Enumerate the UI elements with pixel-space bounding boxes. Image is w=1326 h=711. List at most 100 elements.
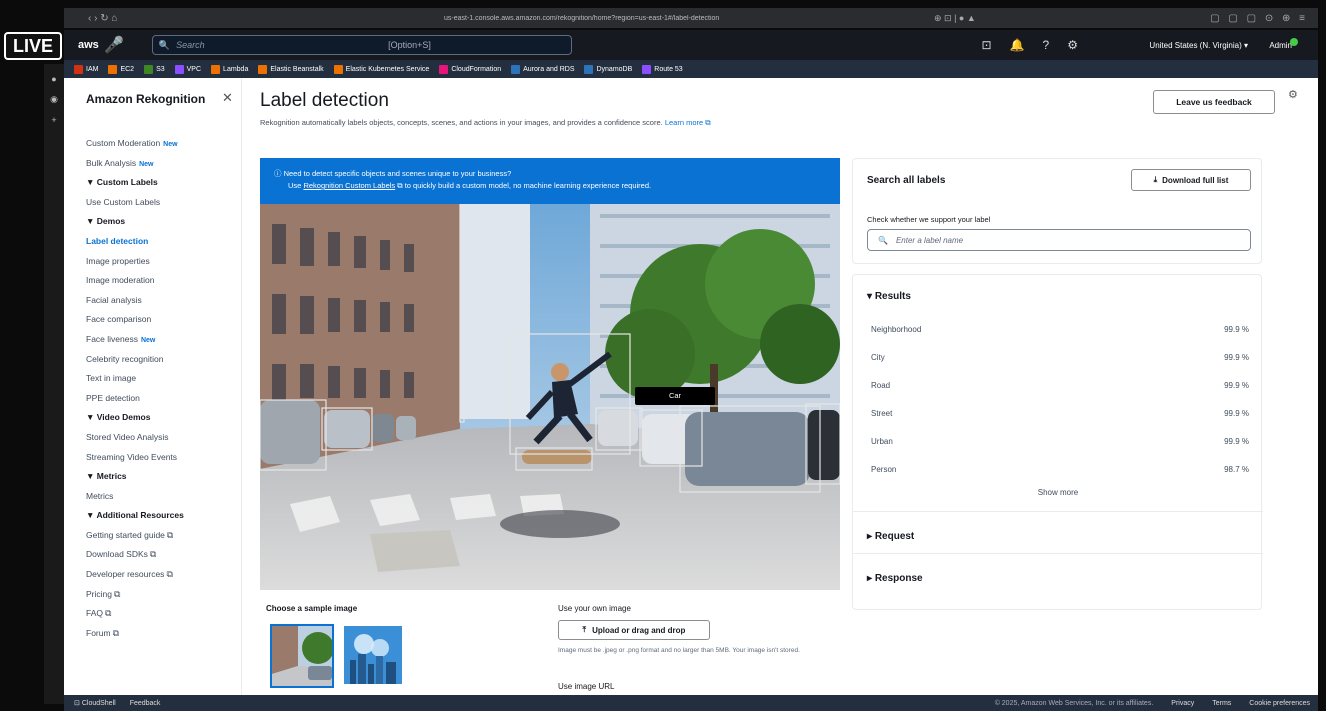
sidebar-item[interactable]: Bulk Analysis New bbox=[86, 154, 236, 174]
cloudshell-icon[interactable]: ⊡ bbox=[982, 38, 992, 52]
sample-thumbnail-street[interactable] bbox=[270, 624, 334, 688]
sidebar-item[interactable]: Streaming Video Events bbox=[86, 448, 236, 468]
service-icon bbox=[144, 64, 154, 74]
bell-icon[interactable]: 🔔 bbox=[1010, 38, 1025, 52]
sample-thumbnail-skyline[interactable] bbox=[344, 626, 402, 684]
feedback-link[interactable]: Feedback bbox=[130, 700, 161, 707]
favorite-item[interactable]: Elastic Kubernetes Service bbox=[333, 64, 430, 74]
demo-card: ⓘ Need to detect specific objects and sc… bbox=[260, 158, 840, 695]
custom-labels-link[interactable]: Rekognition Custom Labels bbox=[303, 181, 395, 190]
gear-icon[interactable]: ⚙ bbox=[1067, 38, 1078, 52]
service-icon bbox=[258, 64, 268, 74]
cloudshell-link[interactable]: ⊡ CloudShell bbox=[74, 699, 116, 707]
favorite-item[interactable]: Aurora and RDS bbox=[511, 64, 574, 74]
favorite-item[interactable]: Route 53 bbox=[642, 64, 683, 74]
main-content: Label detection Rekognition automaticall… bbox=[260, 78, 1318, 695]
show-more-link[interactable]: Show more bbox=[853, 488, 1263, 497]
download-full-list-button[interactable]: ⤓ Download full list bbox=[1131, 169, 1251, 191]
sidebar-item[interactable]: FAQ ⧉ bbox=[86, 604, 236, 624]
sidebar-item-label: Custom Moderation bbox=[86, 138, 161, 148]
search-input[interactable]: 🔍 Search [Option+S] bbox=[151, 35, 572, 55]
region-selector[interactable]: United States (N. Virginia) ▾ bbox=[1149, 41, 1248, 50]
browser-extension-icons[interactable]: ⊕ ⊡ | ● ▲ bbox=[934, 13, 976, 24]
dock-plus-icon[interactable]: + bbox=[44, 115, 64, 125]
cookie-preferences-link[interactable]: Cookie preferences bbox=[1249, 700, 1310, 707]
upload-button-label: Upload or drag and drop bbox=[592, 625, 686, 635]
sidebar-item[interactable]: Facial analysis bbox=[86, 291, 236, 311]
sidebar-item[interactable]: Metrics bbox=[86, 487, 236, 507]
request-divider bbox=[853, 553, 1263, 554]
sidebar-item[interactable]: Forum ⧉ bbox=[86, 624, 236, 644]
privacy-link[interactable]: Privacy bbox=[1171, 700, 1194, 707]
sidebar-section-header[interactable]: ▼ Custom Labels bbox=[86, 173, 236, 193]
favorite-item[interactable]: IAM bbox=[74, 64, 98, 74]
dock-circle-icon[interactable]: ◉ bbox=[44, 94, 64, 105]
favorite-item[interactable]: S3 bbox=[144, 64, 165, 74]
favorite-item[interactable]: CloudFormation bbox=[439, 64, 501, 74]
favorite-item[interactable]: EC2 bbox=[108, 64, 134, 74]
sidebar-item[interactable]: Text in image bbox=[86, 369, 236, 389]
sidebar-item[interactable]: Developer resources ⧉ bbox=[86, 565, 236, 585]
sidebar-section-header[interactable]: ▼ Demos bbox=[86, 212, 236, 232]
dock-dot-icon[interactable]: ● bbox=[44, 74, 64, 84]
sidebar-item-label: Use Custom Labels bbox=[86, 196, 161, 207]
sidebar-section-header[interactable]: ▼ Metrics bbox=[86, 467, 236, 487]
result-confidence: 99.9 % bbox=[1224, 437, 1249, 446]
status-dot-icon bbox=[1290, 38, 1298, 46]
service-icon bbox=[584, 64, 594, 74]
help-icon[interactable]: ? bbox=[1043, 38, 1050, 52]
favorite-label: Route 53 bbox=[654, 65, 683, 73]
service-icon bbox=[333, 64, 343, 74]
search-icon: 🔍 bbox=[158, 39, 171, 50]
leave-feedback-button[interactable]: Leave us feedback bbox=[1153, 90, 1275, 114]
aws-logo[interactable]: aws bbox=[78, 39, 99, 50]
sidebar-item[interactable]: Image properties bbox=[86, 252, 236, 272]
sidebar-item[interactable]: Celebrity recognition bbox=[86, 350, 236, 370]
sidebar-item[interactable]: Use Custom Labels bbox=[86, 193, 236, 213]
sidebar-item[interactable]: Pricing ⧉ bbox=[86, 585, 236, 605]
favorite-item[interactable]: Lambda bbox=[211, 64, 248, 74]
account-menu[interactable]: Admin bbox=[1269, 41, 1292, 50]
result-label: Street bbox=[871, 409, 893, 418]
sidebar-item-label: Forum bbox=[86, 627, 111, 638]
favorite-item[interactable]: VPC bbox=[174, 64, 201, 74]
favorite-label: Elastic Kubernetes Service bbox=[345, 65, 430, 73]
upload-icon: ⤒ bbox=[582, 625, 587, 634]
sidebar-item[interactable]: Face liveness New bbox=[86, 330, 236, 350]
close-icon[interactable]: ✕ bbox=[222, 90, 233, 106]
download-icon: ⤓ bbox=[1153, 175, 1158, 184]
learn-more-link[interactable]: Learn more bbox=[665, 118, 703, 127]
sidebar-item[interactable]: PPE detection bbox=[86, 389, 236, 409]
results-toggle[interactable]: ▾ Results bbox=[867, 291, 911, 302]
sidebar-item[interactable]: Image moderation bbox=[86, 271, 236, 291]
sidebar-item[interactable]: Face comparison bbox=[86, 310, 236, 330]
sidebar-item[interactable]: Download SDKs ⧉ bbox=[86, 545, 236, 565]
label-search-input[interactable]: 🔍 Enter a label name bbox=[867, 229, 1251, 251]
terms-link[interactable]: Terms bbox=[1212, 700, 1231, 707]
address-bar[interactable]: us-east-1.console.aws.amazon.com/rekogni… bbox=[444, 15, 844, 22]
upload-button[interactable]: ⤒ Upload or drag and drop bbox=[558, 620, 710, 640]
preferences-icon[interactable]: ⚙ bbox=[1288, 88, 1298, 101]
result-confidence: 99.9 % bbox=[1224, 325, 1249, 334]
service-icon bbox=[74, 64, 83, 74]
external-link-icon: ⧉ bbox=[397, 181, 403, 190]
sidebar-item[interactable]: Label detection bbox=[86, 232, 236, 252]
sidebar-item-label: Label detection bbox=[86, 235, 149, 246]
browser-nav-buttons[interactable]: ‹ › ↻ ⌂ bbox=[88, 13, 117, 24]
sidebar-item[interactable]: Getting started guide ⧉ bbox=[86, 526, 236, 546]
sidebar-section-header[interactable]: ▼ Video Demos bbox=[86, 408, 236, 428]
street-scene-image bbox=[260, 204, 840, 590]
sidebar-item[interactable]: Custom Moderation New bbox=[86, 134, 236, 154]
sample-photo: Car bbox=[260, 204, 840, 590]
service-icon bbox=[174, 64, 184, 74]
caret-right-icon: ▸ bbox=[867, 531, 873, 542]
browser-window-icons[interactable]: ▢ ▢ ▢ ⊙ ⊕ ≡ bbox=[1210, 13, 1308, 24]
favorite-item[interactable]: DynamoDB bbox=[584, 64, 632, 74]
response-toggle[interactable]: ▸ Response bbox=[867, 573, 923, 584]
sidebar-item[interactable]: Stored Video Analysis bbox=[86, 428, 236, 448]
sidebar-section-header[interactable]: ▼ Additional Resources bbox=[86, 506, 236, 526]
sidebar-title[interactable]: Amazon Rekognition bbox=[86, 92, 205, 106]
page-description: Rekognition automatically labels objects… bbox=[260, 118, 711, 128]
favorite-item[interactable]: Elastic Beanstalk bbox=[258, 64, 324, 74]
request-toggle[interactable]: ▸ Request bbox=[867, 531, 914, 542]
